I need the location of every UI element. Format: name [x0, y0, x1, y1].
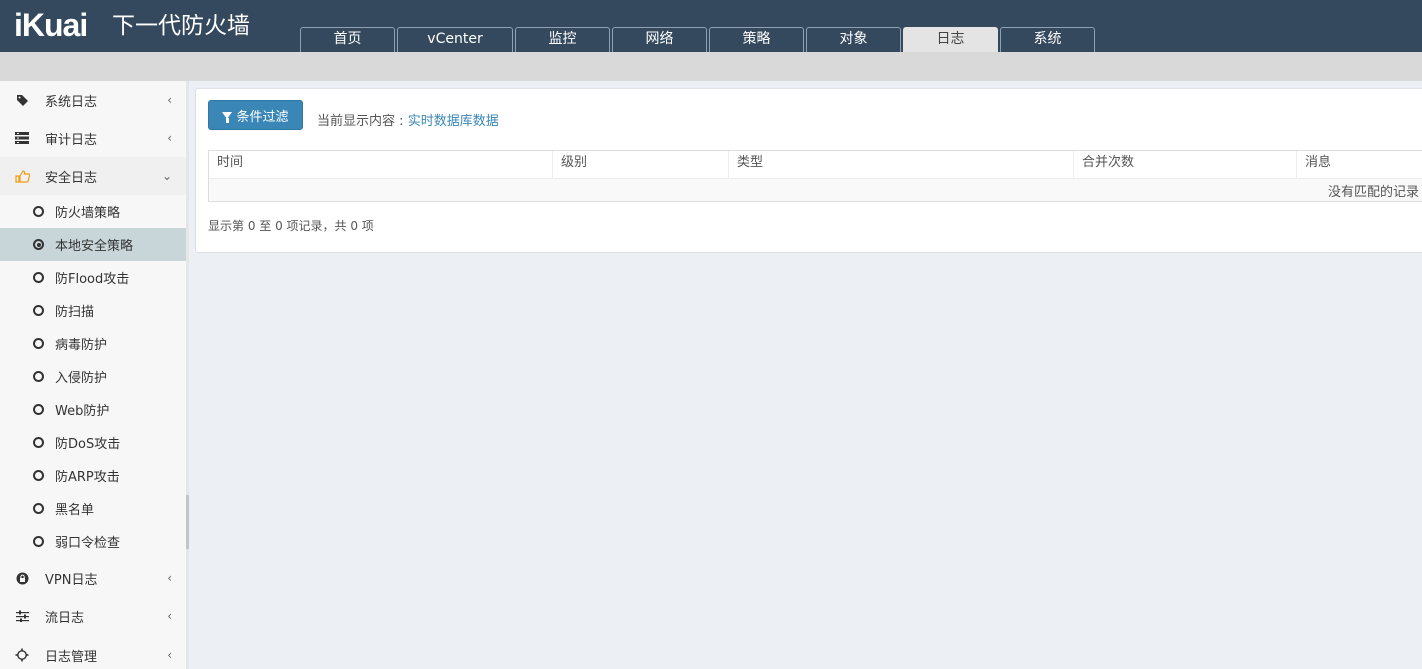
- table-header: 时间 级别 类型 合并次数 消息: [209, 151, 1422, 179]
- tab-home[interactable]: 首页: [300, 27, 395, 52]
- filter-button-label: 条件过滤: [236, 109, 289, 125]
- filter-button[interactable]: 条件过滤: [208, 100, 303, 130]
- pagination-info: 显示第 0 至 0 项记录，共 0 项: [208, 219, 374, 233]
- sub-item-label: 防火墙策略: [55, 206, 121, 221]
- lock-icon: [14, 570, 30, 586]
- table-empty-row: 没有匹配的记录: [209, 179, 1422, 201]
- sub-item-anti-dos[interactable]: 防DoS攻击: [0, 426, 186, 459]
- top-header: iKuai 下一代防火墙 首页 vCenter 监控 网络 策略 对象 日志 系…: [0, 0, 1422, 52]
- sub-item-firewall-policy[interactable]: 防火墙策略: [0, 195, 186, 228]
- scrollbar-thumb[interactable]: [186, 495, 189, 549]
- sub-item-label: 防Flood攻击: [55, 272, 130, 287]
- radio-circle-icon: [33, 338, 44, 349]
- radio-circle-icon: [33, 470, 44, 481]
- thumbs-up-icon: [14, 168, 30, 184]
- sub-item-anti-arp[interactable]: 防ARP攻击: [0, 459, 186, 492]
- tab-policy[interactable]: 策略: [709, 27, 804, 52]
- radio-circle-icon: [33, 272, 44, 283]
- sidebar-item-label: 日志管理: [45, 649, 98, 665]
- chevron-left-icon: ‹: [167, 648, 172, 662]
- sub-item-label: 黑名单: [55, 503, 95, 518]
- sub-item-local-security-policy[interactable]: 本地安全策略: [0, 228, 186, 261]
- sub-header-bar: [0, 52, 1422, 81]
- sub-item-weak-password-check[interactable]: 弱口令检查: [0, 525, 186, 558]
- tab-vcenter[interactable]: vCenter: [397, 27, 513, 52]
- ikuai-logo[interactable]: iKuai: [14, 6, 88, 44]
- filter-icon: [222, 111, 233, 123]
- sidebar-item-label: 审计日志: [45, 132, 98, 148]
- sidebar-item-label: VPN日志: [45, 572, 98, 588]
- chevron-left-icon: ‹: [167, 571, 172, 585]
- sidebar-item-label: 流日志: [45, 610, 85, 626]
- sub-item-label: 防扫描: [55, 305, 95, 320]
- sidebar-item-flow-log[interactable]: 流日志 ‹: [0, 597, 186, 635]
- empty-message: 没有匹配的记录: [1327, 185, 1419, 200]
- sidebar-item-system-log[interactable]: 系统日志 ‹: [0, 81, 186, 119]
- sliders-icon: [14, 608, 30, 624]
- radio-circle-icon: [33, 305, 44, 316]
- tag-icon: [14, 92, 30, 108]
- log-panel: 条件过滤 当前显示内容 : 实时数据库数据 时间 级别 类型 合并次数 消息 没…: [195, 88, 1422, 253]
- sidebar: 系统日志 ‹ 审计日志 ‹ 安全日志 ⌄ 防火墙策略 本地安全策略 防Flood…: [0, 81, 186, 669]
- current-display-separator: :: [399, 114, 404, 129]
- radio-dot-icon: [33, 239, 44, 250]
- radio-circle-icon: [33, 371, 44, 382]
- tab-object[interactable]: 对象: [806, 27, 901, 52]
- sub-item-virus-protection[interactable]: 病毒防护: [0, 327, 186, 360]
- column-header-message[interactable]: 消息: [1297, 151, 1422, 179]
- sidebar-scrollbar[interactable]: [186, 81, 189, 669]
- radio-circle-icon: [33, 536, 44, 547]
- chevron-down-icon: ⌄: [161, 169, 172, 183]
- current-display-value-link[interactable]: 实时数据库数据: [408, 114, 499, 129]
- sidebar-item-log-management[interactable]: 日志管理 ‹: [0, 636, 186, 669]
- sub-item-anti-flood[interactable]: 防Flood攻击: [0, 261, 186, 294]
- sub-item-label: 防DoS攻击: [55, 437, 121, 452]
- product-title: 下一代防火墙: [112, 13, 250, 39]
- sidebar-item-label: 安全日志: [45, 170, 98, 186]
- sub-item-anti-scan[interactable]: 防扫描: [0, 294, 186, 327]
- log-table: 时间 级别 类型 合并次数 消息 没有匹配的记录: [208, 150, 1422, 202]
- column-header-merge-count[interactable]: 合并次数: [1074, 151, 1297, 179]
- sub-item-label: Web防护: [55, 404, 110, 419]
- chevron-left-icon: ‹: [167, 93, 172, 107]
- gear-icon: [14, 647, 30, 663]
- tab-monitor[interactable]: 监控: [515, 27, 610, 52]
- sub-item-label: 防ARP攻击: [55, 470, 120, 485]
- tab-system[interactable]: 系统: [1000, 27, 1095, 52]
- sidebar-item-vpn-log[interactable]: VPN日志 ‹: [0, 559, 186, 597]
- sidebar-item-security-log[interactable]: 安全日志 ⌄: [0, 157, 186, 195]
- chevron-left-icon: ‹: [167, 131, 172, 145]
- sidebar-item-audit-log[interactable]: 审计日志 ‹: [0, 119, 186, 157]
- radio-circle-icon: [33, 437, 44, 448]
- tab-log[interactable]: 日志: [903, 27, 998, 52]
- current-display-label: 当前显示内容: [317, 114, 396, 129]
- radio-circle-icon: [33, 206, 44, 217]
- column-header-level[interactable]: 级别: [553, 151, 729, 179]
- current-display: 当前显示内容 : 实时数据库数据: [317, 110, 499, 129]
- sub-item-label: 病毒防护: [55, 338, 108, 353]
- tab-network[interactable]: 网络: [612, 27, 707, 52]
- column-header-time[interactable]: 时间: [209, 151, 553, 179]
- sub-item-label: 本地安全策略: [55, 239, 134, 254]
- sub-item-label: 弱口令检查: [55, 536, 121, 551]
- main-nav-tabs: 首页 vCenter 监控 网络 策略 对象 日志 系统: [300, 27, 1097, 52]
- list-icon: [14, 130, 30, 146]
- column-header-type[interactable]: 类型: [729, 151, 1074, 179]
- sub-item-label: 入侵防护: [55, 371, 108, 386]
- radio-circle-icon: [33, 404, 44, 415]
- sidebar-item-label: 系统日志: [45, 94, 98, 110]
- radio-circle-icon: [33, 503, 44, 514]
- sub-item-blacklist[interactable]: 黑名单: [0, 492, 186, 525]
- sub-item-intrusion-protection[interactable]: 入侵防护: [0, 360, 186, 393]
- chevron-left-icon: ‹: [167, 609, 172, 623]
- sub-item-web-protection[interactable]: Web防护: [0, 393, 186, 426]
